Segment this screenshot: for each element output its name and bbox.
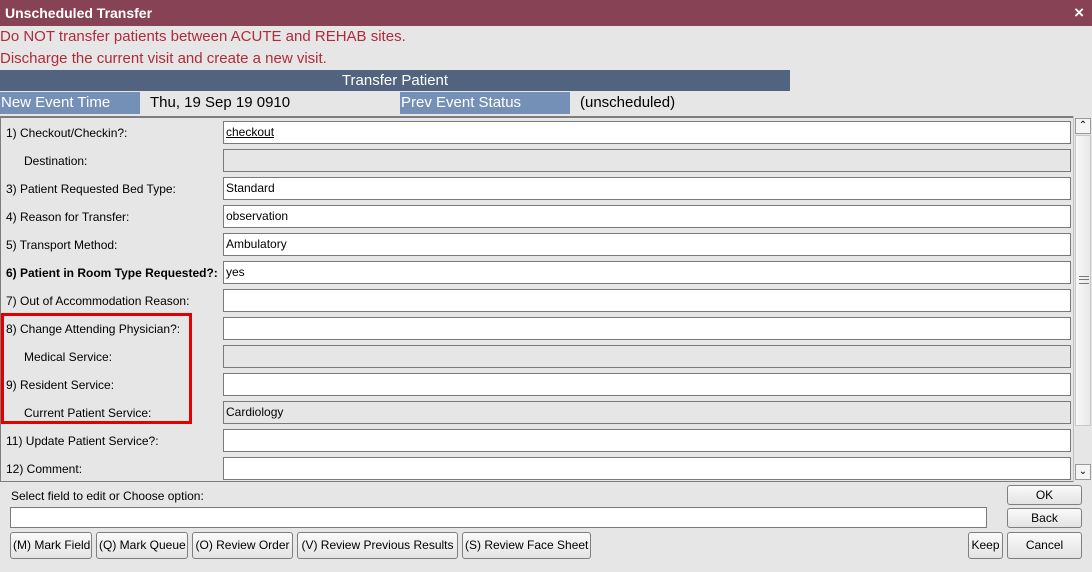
bed-type-field[interactable]: Standard (223, 177, 1071, 200)
close-icon[interactable]: × (1074, 3, 1084, 23)
reason-for-transfer-field[interactable]: observation (223, 205, 1071, 228)
prev-event-status-label: Prev Event Status (400, 92, 570, 114)
field-row-destination: Destination: (1, 147, 1074, 175)
warning-message-2: Discharge the current visit and create a… (0, 50, 327, 67)
keep-button[interactable]: Keep (968, 532, 1003, 559)
change-attending-physician-field[interactable] (223, 317, 1071, 340)
prev-event-status-value: (unscheduled) (580, 94, 676, 111)
option-input[interactable] (10, 507, 987, 528)
field-row-room-type-requested: 6) Patient in Room Type Requested?: yes (1, 259, 1074, 287)
prompt-label: Select field to edit or Choose option: (11, 489, 204, 503)
field-row-update-patient-service: 11) Update Patient Service?: (1, 427, 1074, 455)
update-patient-service-field[interactable] (223, 429, 1071, 452)
field-label: 4) Reason for Transfer: (6, 210, 130, 224)
field-row-reason-for-transfer: 4) Reason for Transfer: observation (1, 203, 1074, 231)
field-label: 9) Resident Service: (6, 378, 115, 392)
field-label: 1) Checkout/Checkin?: (6, 126, 128, 140)
field-row-current-patient-service: Current Patient Service: Cardiology (1, 399, 1074, 427)
field-label: 8) Change Attending Physician?: (6, 322, 181, 336)
back-button[interactable]: Back (1007, 508, 1082, 528)
field-row-checkout-checkin: 1) Checkout/Checkin?: checkout (1, 119, 1074, 147)
cancel-button[interactable]: Cancel (1007, 532, 1082, 559)
field-label: 5) Transport Method: (6, 238, 118, 252)
new-event-time-value: Thu, 19 Sep 19 0910 (150, 94, 291, 111)
scroll-down-icon[interactable]: ⌄ (1075, 464, 1091, 480)
field-label: 11) Update Patient Service?: (6, 434, 159, 448)
field-label: 12) Comment: (6, 462, 83, 476)
resident-service-field[interactable] (223, 373, 1071, 396)
transport-method-field[interactable]: Ambulatory (223, 233, 1071, 256)
review-order-button[interactable]: (O) Review Order (192, 532, 293, 559)
warning-message-1: Do NOT transfer patients between ACUTE a… (0, 28, 406, 45)
medical-service-field (223, 345, 1071, 368)
form-area: 1) Checkout/Checkin?: checkout Destinati… (0, 116, 1074, 482)
mark-queue-button[interactable]: (Q) Mark Queue (96, 532, 188, 559)
mark-field-button[interactable]: (M) Mark Field (10, 532, 92, 559)
comment-field[interactable] (223, 457, 1071, 480)
window-title: Unscheduled Transfer (5, 5, 153, 21)
scroll-thumb[interactable] (1075, 135, 1091, 426)
field-row-out-of-accommodation: 7) Out of Accommodation Reason: (1, 287, 1074, 315)
destination-field (223, 149, 1071, 172)
field-label: 3) Patient Requested Bed Type: (6, 182, 176, 196)
field-row-transport-method: 5) Transport Method: Ambulatory (1, 231, 1074, 259)
review-face-sheet-button[interactable]: (S) Review Face Sheet (462, 532, 591, 559)
grip-icon (1079, 276, 1089, 284)
review-previous-results-button[interactable]: (V) Review Previous Results (297, 532, 458, 559)
new-event-time-label: New Event Time (0, 92, 140, 114)
field-label: 6) Patient in Room Type Requested?: (6, 266, 218, 280)
field-row-medical-service: Medical Service: (1, 343, 1074, 371)
ok-button[interactable]: OK (1007, 485, 1082, 505)
room-type-requested-field[interactable]: yes (223, 261, 1071, 284)
vertical-scrollbar[interactable]: ⌃ ⌄ (1073, 116, 1091, 482)
title-bar: Unscheduled Transfer × (0, 0, 1092, 26)
field-label: 7) Out of Accommodation Reason: (6, 294, 190, 308)
field-row-change-attending: 8) Change Attending Physician?: (1, 315, 1074, 343)
current-patient-service-field: Cardiology (223, 401, 1071, 424)
field-label: Medical Service: (24, 350, 113, 364)
field-row-comment: 12) Comment: (1, 455, 1074, 481)
field-label: Destination: (24, 154, 88, 168)
section-header: Transfer Patient (0, 70, 790, 91)
scroll-up-icon[interactable]: ⌃ (1075, 118, 1091, 134)
out-of-accommodation-field[interactable] (223, 289, 1071, 312)
field-row-bed-type: 3) Patient Requested Bed Type: Standard (1, 175, 1074, 203)
field-label: Current Patient Service: (24, 406, 152, 420)
field-row-resident-service: 9) Resident Service: (1, 371, 1074, 399)
checkout-checkin-field[interactable]: checkout (223, 121, 1071, 144)
